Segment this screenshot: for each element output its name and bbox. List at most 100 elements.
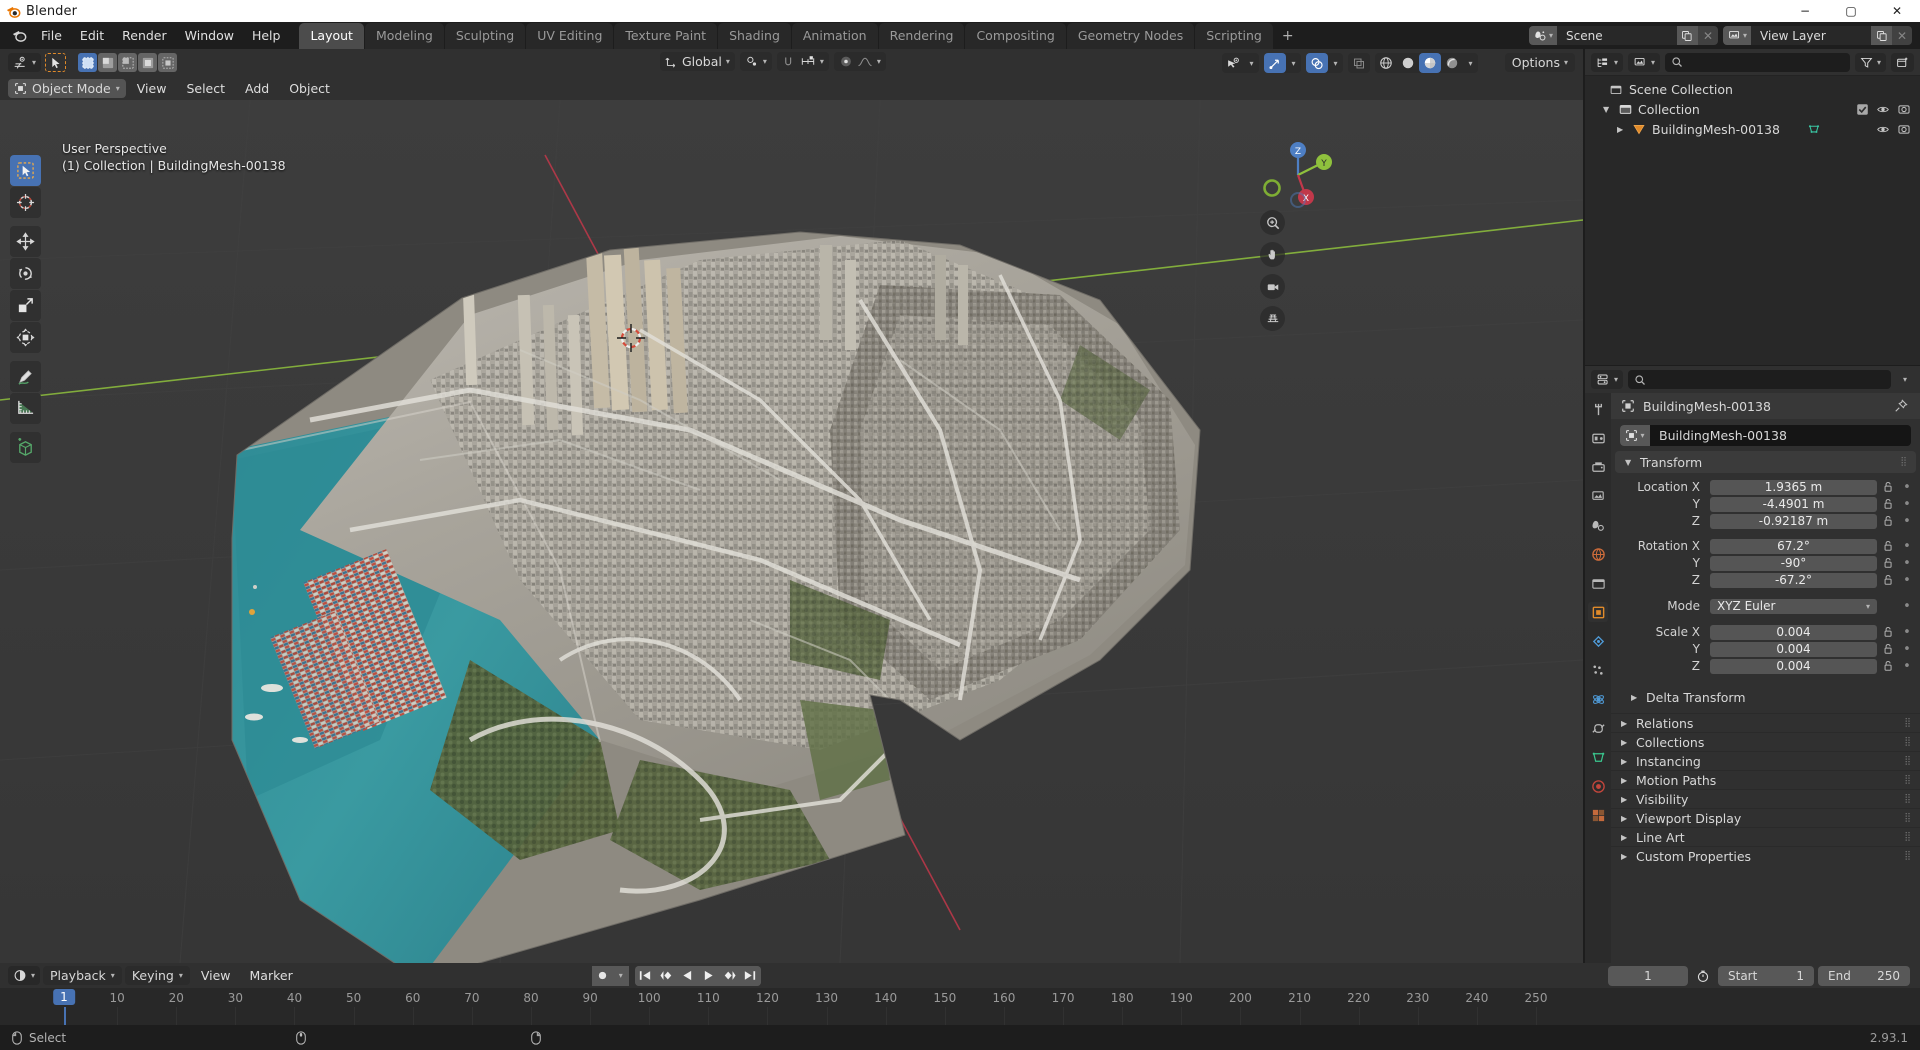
jump-to-end-button[interactable] <box>740 966 761 986</box>
chevron-down-icon[interactable]: ▾ <box>613 966 629 986</box>
drag-handle-icon[interactable]: ⣿ <box>1904 775 1912 785</box>
tab-texture[interactable] <box>1588 805 1608 825</box>
use-preview-range-icon[interactable] <box>1692 969 1714 983</box>
material-preview-shading-icon[interactable] <box>1419 53 1441 73</box>
viewport-menu-add[interactable]: Add <box>236 79 278 98</box>
chevron-down-icon[interactable]: ▾ <box>1244 53 1259 73</box>
lock-icon[interactable] <box>1881 481 1896 493</box>
viewport-menu-select[interactable]: Select <box>177 79 234 98</box>
drag-handle-icon[interactable]: ⣿ <box>1904 718 1912 728</box>
proportional-editing-group[interactable]: ▾ <box>834 52 886 71</box>
menu-window[interactable]: Window <box>176 25 243 46</box>
gizmo-icon[interactable] <box>1264 53 1286 73</box>
outliner-filter-button[interactable]: ▾ <box>1855 53 1886 72</box>
location-x-input[interactable]: 1.9365 m <box>1710 480 1877 495</box>
tab-collection[interactable] <box>1588 573 1608 593</box>
lock-icon[interactable] <box>1881 626 1896 638</box>
properties-search-input[interactable] <box>1628 370 1891 389</box>
viewport-menu-view[interactable]: View <box>128 79 176 98</box>
add-cube-tool[interactable] <box>10 432 41 463</box>
location-z-input[interactable]: -0.92187 m <box>1710 514 1877 529</box>
timeline-ruler[interactable]: 1020304050607080901001101201301401501601… <box>0 988 1920 1025</box>
select-subtract-icon[interactable] <box>118 53 137 72</box>
checkbox-icon[interactable] <box>1856 103 1869 116</box>
close-button[interactable]: ✕ <box>1874 0 1920 22</box>
menu-render[interactable]: Render <box>113 25 176 46</box>
panel-viewport-display[interactable]: ▶ Viewport Display ⣿ <box>1611 808 1920 827</box>
chevron-down-icon[interactable]: ▾ <box>1286 53 1301 73</box>
cursor-tool[interactable] <box>10 187 41 218</box>
eye-icon[interactable] <box>1876 103 1890 116</box>
rotation-z-input[interactable]: -67.2° <box>1710 573 1877 588</box>
drag-handle-icon[interactable]: ⣿ <box>1900 457 1908 467</box>
auto-keying-group[interactable]: ▾ <box>592 966 629 986</box>
timeline-editor-type-icon[interactable]: ▾ <box>8 966 40 985</box>
overlays-icon[interactable] <box>1306 53 1328 73</box>
new-viewlayer-button[interactable] <box>1871 26 1892 45</box>
tab-compositing[interactable]: Compositing <box>965 23 1065 49</box>
outliner-new-collection-button[interactable] <box>1891 53 1914 72</box>
select-extend-icon[interactable] <box>98 53 117 72</box>
select-invert-icon[interactable] <box>138 53 157 72</box>
snapping-group[interactable]: ▾ <box>777 52 829 71</box>
animate-property-icon[interactable]: • <box>1900 556 1914 571</box>
remove-viewlayer-button[interactable]: ✕ <box>1892 26 1912 45</box>
object-icon[interactable]: ▾ <box>1620 425 1650 446</box>
tab-layout[interactable]: Layout <box>299 23 364 49</box>
menu-edit[interactable]: Edit <box>71 25 113 46</box>
outliner-display-mode-dropdown[interactable]: ▾ <box>1628 53 1660 72</box>
camera-render-icon[interactable] <box>1897 103 1911 116</box>
drag-handle-icon[interactable]: ⣿ <box>1904 794 1912 804</box>
viewport-menu-object[interactable]: Object <box>280 79 339 98</box>
outliner-editor-type-icon[interactable]: ▾ <box>1591 53 1623 72</box>
blender-menu-icon[interactable] <box>6 28 32 43</box>
animate-property-icon[interactable]: • <box>1900 642 1914 657</box>
object-visibility-icon[interactable] <box>1222 53 1244 73</box>
scene-selector[interactable]: ▾ Scene ✕ <box>1529 26 1718 45</box>
properties-options-button[interactable]: ▾ <box>1896 375 1914 384</box>
tab-material[interactable] <box>1588 776 1608 796</box>
panel-motion-paths[interactable]: ▶ Motion Paths ⣿ <box>1611 770 1920 789</box>
animate-property-icon[interactable]: • <box>1900 480 1914 495</box>
outliner-search-input[interactable] <box>1665 53 1850 72</box>
drag-handle-icon[interactable]: ⣿ <box>1904 832 1912 842</box>
panel-relations[interactable]: ▶ Relations ⣿ <box>1611 713 1920 732</box>
rotate-tool[interactable] <box>10 258 41 289</box>
measure-tool[interactable] <box>10 393 41 424</box>
lock-icon[interactable] <box>1881 557 1896 569</box>
scale-z-input[interactable]: 0.004 <box>1710 659 1877 674</box>
jump-to-prev-keyframe-button[interactable] <box>656 966 677 986</box>
jump-to-next-keyframe-button[interactable] <box>719 966 740 986</box>
transform-tool[interactable] <box>10 322 41 353</box>
rendered-shading-icon[interactable] <box>1441 53 1463 73</box>
expand-arrow-icon[interactable]: ▼ <box>1603 105 1612 114</box>
tab-texture-paint[interactable]: Texture Paint <box>614 23 717 49</box>
tab-render[interactable] <box>1588 428 1608 448</box>
timeline-menu-view[interactable]: View <box>193 966 239 985</box>
visibility-dropdown[interactable]: ▾ <box>1222 53 1259 73</box>
transform-orientation-dropdown[interactable]: Global ▾ <box>660 52 735 71</box>
drag-handle-icon[interactable]: ⣿ <box>1904 737 1912 747</box>
unlink-scene-button[interactable]: ✕ <box>1698 26 1718 45</box>
panel-custom-properties[interactable]: ▶ Custom Properties ⣿ <box>1611 846 1920 865</box>
outliner-row-buildingmesh[interactable]: ▶ BuildingMesh-00138 <box>1585 119 1920 139</box>
camera-render-icon[interactable] <box>1897 123 1911 136</box>
new-scene-button[interactable] <box>1677 26 1698 45</box>
wireframe-shading-icon[interactable] <box>1375 53 1397 73</box>
animate-property-icon[interactable]: • <box>1900 514 1914 529</box>
camera-icon[interactable] <box>1260 274 1285 299</box>
xray-toggle[interactable] <box>1348 53 1370 73</box>
scene-name[interactable]: Scene <box>1557 26 1677 45</box>
gizmo-toggle-group[interactable]: ▾ <box>1264 53 1301 73</box>
editor-type-icon[interactable]: ▾ <box>8 53 41 72</box>
tab-uv-editing[interactable]: UV Editing <box>526 23 613 49</box>
tab-modeling[interactable]: Modeling <box>365 23 444 49</box>
current-frame-input[interactable]: 1 <box>1608 966 1688 986</box>
eye-icon[interactable] <box>1876 123 1890 136</box>
rotation-y-input[interactable]: -90° <box>1710 556 1877 571</box>
drag-handle-icon[interactable]: ⣿ <box>1904 813 1912 823</box>
timeline-playhead[interactable]: 1 <box>53 989 75 1005</box>
navigation-gizmo[interactable]: Z Y X <box>1258 135 1338 215</box>
tab-output[interactable] <box>1588 457 1608 477</box>
timeline-menu-marker[interactable]: Marker <box>242 966 301 985</box>
